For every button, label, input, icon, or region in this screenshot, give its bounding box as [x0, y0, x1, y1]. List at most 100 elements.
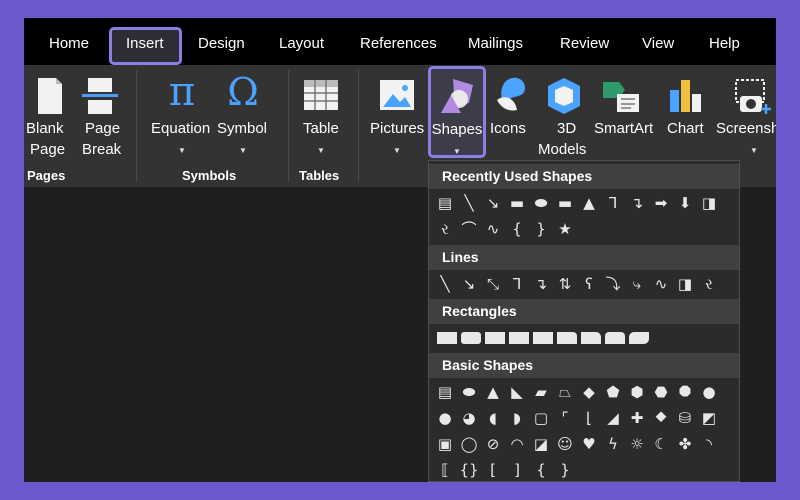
- sun-shape[interactable]: ☼: [625, 433, 649, 455]
- lightning-bolt-shape[interactable]: ϟ: [601, 433, 625, 455]
- half-frame-shape[interactable]: ⌜: [553, 407, 577, 429]
- freeform-curve-shape[interactable]: ∿: [649, 273, 673, 295]
- icons-icon: [497, 77, 525, 111]
- tab-help[interactable]: Help: [709, 35, 740, 52]
- freeform-shape[interactable]: ◨: [673, 273, 697, 295]
- group-label-symbols: Symbols: [182, 168, 237, 183]
- parallelogram-shape[interactable]: ▰: [529, 381, 553, 403]
- teardrop-shape[interactable]: ◗: [505, 407, 529, 429]
- elbow-arrow-connector-shape[interactable]: ↴: [625, 192, 649, 214]
- tab-view[interactable]: View: [642, 35, 674, 52]
- octagon-shape[interactable]: ⯃: [673, 381, 697, 403]
- rounded-rectangle-shape[interactable]: ▬: [553, 192, 577, 214]
- curve-connector-shape[interactable]: ʕ: [577, 273, 601, 295]
- arrow-line-shape[interactable]: ↘: [481, 192, 505, 214]
- tab-layout[interactable]: Layout: [279, 35, 324, 52]
- triangle-shape[interactable]: ▲: [577, 192, 601, 214]
- snip-same-side-shape[interactable]: [509, 332, 529, 344]
- rectangle-shape[interactable]: [437, 332, 457, 344]
- curved-arrow-shape[interactable]: ⤵: [601, 273, 625, 295]
- arrow-shape[interactable]: ↘: [457, 273, 481, 295]
- heart-shape[interactable]: ♥: [577, 433, 601, 455]
- folded-corner-shape[interactable]: ◪: [529, 433, 553, 455]
- round-diagonal-shape[interactable]: [629, 332, 649, 344]
- round-same-side-shape[interactable]: [605, 332, 625, 344]
- pentagon-shape[interactable]: ⬟: [601, 381, 625, 403]
- diagonal-stripe-shape[interactable]: ◢: [601, 407, 625, 429]
- dodecagon-shape[interactable]: ●: [433, 407, 457, 429]
- recent-shapes-row-1: ▤ ╲ ↘ ▬ ⬬ ▬ ▲ ⅂ ↴ ➡ ⬇ ◨: [433, 192, 721, 214]
- text-box-shape[interactable]: ▤: [433, 381, 457, 403]
- smiley-face-shape[interactable]: ☺: [553, 433, 577, 455]
- trapezoid-shape[interactable]: ⏢: [553, 381, 577, 403]
- cross-shape[interactable]: ✚: [625, 407, 649, 429]
- chord-shape[interactable]: ◖: [481, 407, 505, 429]
- rectangle-shape[interactable]: ▬: [505, 192, 529, 214]
- shapes-icon: [441, 79, 473, 113]
- line-shape[interactable]: ╲: [457, 192, 481, 214]
- group-label-pages: Pages: [27, 168, 66, 183]
- group-label-tables: Tables: [299, 168, 340, 183]
- right-brace-shape[interactable]: }: [529, 218, 553, 240]
- elbow-shape[interactable]: ⅂: [505, 273, 529, 295]
- plaque-shape[interactable]: ⯁: [649, 407, 673, 429]
- left-brace-shape[interactable]: {: [505, 218, 529, 240]
- moon-shape[interactable]: ☾: [649, 433, 673, 455]
- right-arrow-shape[interactable]: ➡: [649, 192, 673, 214]
- pi-icon: π: [168, 69, 196, 115]
- double-arrow-shape[interactable]: ⤡: [481, 273, 505, 295]
- shapes-button[interactable]: Shapes ▼: [428, 66, 486, 158]
- can-shape[interactable]: ⛁: [673, 407, 697, 429]
- elbow-double-arrow-shape[interactable]: ⇅: [553, 273, 577, 295]
- snip-round-single-shape[interactable]: [557, 332, 577, 344]
- curved-double-arrow-shape[interactable]: ⤷: [625, 273, 649, 295]
- left-brace-shape[interactable]: {: [529, 459, 553, 481]
- double-brace-shape[interactable]: {}: [457, 459, 481, 481]
- pie-shape[interactable]: ◕: [457, 407, 481, 429]
- tab-design[interactable]: Design: [198, 35, 245, 52]
- l-shape[interactable]: ⌊: [577, 407, 601, 429]
- left-bracket-shape[interactable]: [: [481, 459, 505, 481]
- tab-home[interactable]: Home: [49, 35, 89, 52]
- right-brace-shape[interactable]: }: [553, 459, 577, 481]
- double-bracket-shape[interactable]: ⟦: [433, 459, 457, 481]
- rounded-rectangle-shape[interactable]: [461, 332, 481, 344]
- donut-shape[interactable]: ◯: [457, 433, 481, 455]
- tab-insert[interactable]: Insert: [126, 35, 164, 52]
- text-box-shape[interactable]: ▤: [433, 192, 457, 214]
- snip-diagonal-shape[interactable]: [533, 332, 553, 344]
- elbow-arrow-shape[interactable]: ↴: [529, 273, 553, 295]
- blank-page-label-line2: Page: [30, 141, 66, 158]
- heptagon-shape[interactable]: ⬣: [649, 381, 673, 403]
- block-arc-shape[interactable]: ◠: [505, 433, 529, 455]
- right-triangle-shape[interactable]: ◣: [505, 381, 529, 403]
- arc-shape[interactable]: ◝: [697, 433, 721, 455]
- snip-single-corner-shape[interactable]: [485, 332, 505, 344]
- no-symbol-shape[interactable]: ⊘: [481, 433, 505, 455]
- elbow-connector-shape[interactable]: ⅂: [601, 192, 625, 214]
- diamond-shape[interactable]: ◆: [577, 381, 601, 403]
- line-shape[interactable]: ╲: [433, 273, 457, 295]
- cloud-shape[interactable]: ✤: [673, 433, 697, 455]
- tab-references[interactable]: References: [360, 35, 437, 52]
- freeform-scribble-shape[interactable]: ર: [433, 218, 457, 240]
- down-arrow-shape[interactable]: ⬇: [673, 192, 697, 214]
- tab-mailings[interactable]: Mailings: [468, 35, 523, 52]
- snip-rectangle-shape[interactable]: ◨: [697, 192, 721, 214]
- tab-review[interactable]: Review: [560, 35, 609, 52]
- curve-shape[interactable]: ⌒: [457, 218, 481, 240]
- triangle-shape[interactable]: ▲: [481, 381, 505, 403]
- star-shape[interactable]: ★: [553, 218, 577, 240]
- bevel-shape[interactable]: ▣: [433, 433, 457, 455]
- oval-shape[interactable]: ⬬: [529, 192, 553, 214]
- right-bracket-shape[interactable]: ]: [505, 459, 529, 481]
- scribble-shape[interactable]: ર: [697, 273, 721, 295]
- frame-shape[interactable]: ▢: [529, 407, 553, 429]
- cube-shape[interactable]: ◩: [697, 407, 721, 429]
- round-single-corner-shape[interactable]: [581, 332, 601, 344]
- hexagon-shape[interactable]: ⬢: [625, 381, 649, 403]
- decagon-shape[interactable]: ●: [697, 381, 721, 403]
- chevron-down-icon: ▼: [750, 146, 758, 155]
- oval-shape[interactable]: ⬬: [457, 381, 481, 403]
- arc-curve-shape[interactable]: ∿: [481, 218, 505, 240]
